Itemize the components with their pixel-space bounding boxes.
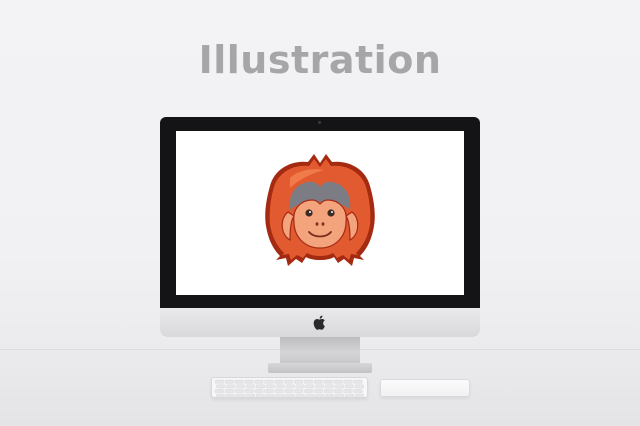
orangutan-eye-right	[327, 209, 335, 217]
keyboard-key	[224, 379, 234, 384]
keyboard-key	[254, 389, 264, 393]
monitor-stand-base	[268, 363, 372, 373]
keyboard-key	[345, 393, 354, 397]
keyboard-key	[236, 393, 246, 397]
orangutan-eye-left	[305, 209, 313, 217]
keyboard-key	[303, 379, 313, 384]
orangutan-illustration-icon	[265, 154, 375, 266]
keyboard-key	[234, 389, 244, 393]
keyboard-key	[275, 393, 285, 397]
keyboard-key	[234, 379, 244, 384]
apple-logo-icon	[313, 315, 325, 330]
keyboard-key	[295, 393, 305, 397]
keyboard-key	[353, 379, 363, 384]
keyboard-key	[216, 393, 226, 397]
keyboard-keys	[214, 379, 364, 397]
keyboard-key	[325, 384, 335, 389]
keyboard-key	[236, 384, 246, 389]
keyboard-key	[323, 379, 333, 384]
keyboard-key	[335, 384, 345, 389]
keyboard-key	[244, 389, 254, 393]
keyboard-key	[325, 393, 335, 397]
keyboard-key	[315, 393, 325, 397]
keyboard	[211, 377, 368, 398]
keyboard-key	[333, 379, 343, 384]
keyboard-key	[246, 384, 256, 389]
keyboard-key	[226, 384, 236, 389]
keyboard-key	[255, 384, 265, 389]
keyboard-key	[254, 379, 264, 384]
trackpad	[380, 379, 470, 397]
keyboard-key	[344, 384, 354, 389]
keyboard-key	[214, 389, 224, 393]
keyboard-key	[305, 384, 315, 389]
page-heading: Illustration	[198, 38, 442, 82]
keyboard-key	[284, 379, 294, 384]
imac-monitor	[160, 117, 480, 337]
keyboard-key	[285, 384, 295, 389]
keyboard-key	[284, 389, 294, 393]
keyboard-key	[264, 389, 274, 393]
keyboard-key	[274, 389, 284, 393]
keyboard-key	[303, 389, 313, 393]
keyboard-key	[293, 389, 303, 393]
monitor-chin	[160, 308, 480, 337]
keyboard-key	[354, 393, 364, 397]
keyboard-key	[315, 384, 325, 389]
keyboard-key	[354, 384, 364, 389]
keyboard-key	[214, 379, 224, 384]
keyboard-key	[274, 379, 284, 384]
keyboard-key	[265, 384, 275, 389]
orangutan-nostril-right	[321, 222, 325, 226]
keyboard-key	[313, 389, 323, 393]
orangutan-nostril-left	[315, 222, 319, 226]
keyboard-key	[333, 389, 343, 393]
keyboard-key	[335, 393, 345, 397]
keyboard-key	[226, 393, 236, 397]
orangutan-face	[293, 199, 347, 249]
camera-icon	[318, 121, 321, 124]
keyboard-key	[343, 389, 353, 393]
monitor-screen	[176, 131, 464, 295]
keyboard-key	[275, 384, 285, 389]
keyboard-key	[224, 389, 234, 393]
keyboard-key	[216, 384, 226, 389]
keyboard-key	[285, 393, 295, 397]
monitor-bezel	[160, 117, 480, 308]
keyboard-key	[244, 379, 254, 384]
keyboard-key	[323, 389, 333, 393]
keyboard-key	[295, 384, 305, 389]
keyboard-key	[343, 379, 353, 384]
keyboard-key	[265, 393, 275, 397]
keyboard-key	[264, 379, 274, 384]
keyboard-key	[313, 379, 323, 384]
keyboard-key	[353, 389, 363, 393]
monitor-stand	[280, 337, 360, 365]
keyboard-key	[293, 379, 303, 384]
keyboard-key	[305, 393, 315, 397]
keyboard-key	[255, 393, 265, 397]
keyboard-key	[246, 393, 255, 397]
